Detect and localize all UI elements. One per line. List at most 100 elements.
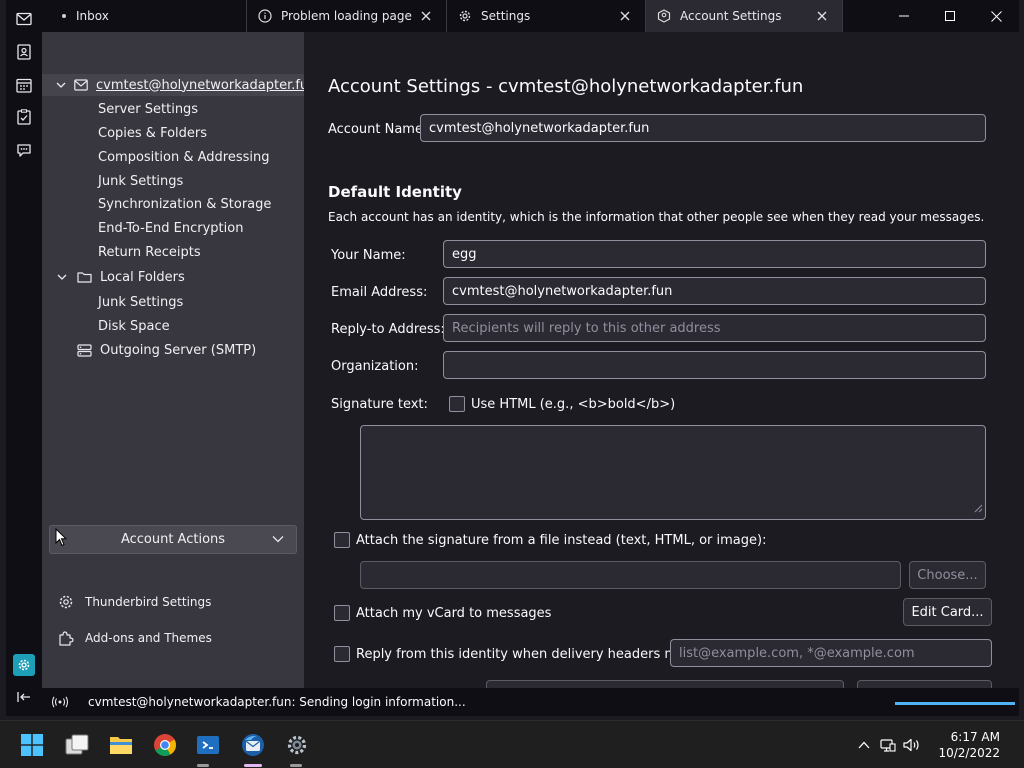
organization-input[interactable] [443,351,986,379]
tree-item-disk-space[interactable]: Disk Space [42,315,304,337]
partially-hidden-button[interactable] [857,680,992,688]
attach-vcard-checkbox[interactable] [334,605,350,621]
tab-settings[interactable]: Settings [447,0,646,32]
tree-item-label: Copies & Folders [98,125,208,141]
active-indicator [244,764,262,767]
reply-to-input[interactable]: Recipients will reply to this other addr… [443,314,986,342]
resize-grip-icon[interactable] [973,498,983,517]
tree-item-label: Junk Settings [98,294,184,310]
address-book-icon[interactable] [15,43,33,61]
gear-icon [457,8,473,24]
task-view-icon[interactable] [65,733,89,757]
tree-item-server-settings[interactable]: Server Settings [42,98,304,120]
account-actions-button[interactable]: Account Actions [49,525,297,554]
remote-desktop-icon[interactable] [196,733,220,757]
email-address-label: Email Address: [331,285,428,300]
chevron-down-icon[interactable] [56,274,68,280]
tree-item-label: Disk Space [98,318,170,334]
reply-identity-label: Reply from this identity when delivery h… [356,647,710,662]
tree-account-label: cvmtest@holynetworkadapter.fun [96,77,317,93]
tree-item-local-junk[interactable]: Junk Settings [42,291,304,313]
account-settings-icon [656,8,672,24]
mail-icon[interactable] [15,10,33,28]
close-window-button[interactable] [973,0,1019,32]
tab-problem-loading[interactable]: Problem loading page [247,0,447,32]
reply-identity-input[interactable]: list@example.com, *@example.com [670,639,992,667]
signature-file-input[interactable] [360,561,901,589]
maximize-button[interactable] [927,0,973,32]
unread-dot-icon [56,8,72,24]
file-explorer-icon[interactable] [109,733,133,757]
signature-textarea[interactable] [360,425,986,520]
tree-item-sync-storage[interactable]: Synchronization & Storage [42,193,304,215]
tree-item-junk-settings[interactable]: Junk Settings [42,170,304,192]
tree-outgoing-server[interactable]: Outgoing Server (SMTP) [42,339,304,361]
account-tree-panel: cvmtest@holynetworkadapter.fun Server Se… [42,32,316,688]
your-name-label: Your Name: [331,248,406,263]
tasks-icon[interactable] [15,108,33,126]
account-name-label: Account Name: [328,122,428,137]
close-tab-icon[interactable] [814,8,830,24]
tab-account-settings[interactable]: Account Settings [646,0,843,32]
thunderbird-window: Inbox Problem loading page Settings Acco… [6,0,1019,716]
chat-icon[interactable] [15,141,33,159]
chevron-down-icon[interactable] [56,82,66,88]
default-identity-description: Each account has an identity, which is t… [328,210,985,224]
clock-time: 6:17 AM [950,730,1000,744]
signature-text-label: Signature text: [331,397,428,412]
close-tab-icon[interactable] [617,8,633,24]
windows-taskbar: 6:17 AM 10/2/2022 [0,720,1024,768]
info-circle-icon [257,8,273,24]
tab-label: Account Settings [680,9,782,23]
tree-item-label: Synchronization & Storage [98,196,272,212]
spaces-toolbar [6,0,42,716]
choose-file-button[interactable]: Choose... [909,561,986,589]
settings-app-icon[interactable] [285,733,309,757]
network-icon[interactable] [876,738,900,752]
account-name-input[interactable]: cvmtest@holynetworkadapter.fun [420,114,986,142]
mouse-cursor-icon [55,527,68,551]
edit-card-button[interactable]: Edit Card... [903,598,992,626]
attach-signature-checkbox[interactable] [334,532,350,548]
minimize-button[interactable] [881,0,927,32]
tab-inbox[interactable]: Inbox [42,0,247,32]
use-html-label: Use HTML (e.g., <b>bold</b>) [471,397,676,412]
thunderbird-icon[interactable] [241,733,265,757]
puzzle-icon [57,629,75,647]
calendar-icon[interactable] [15,76,33,94]
tree-account[interactable]: cvmtest@holynetworkadapter.fun [42,74,316,96]
tree-item-composition[interactable]: Composition & Addressing [42,146,304,168]
attach-vcard-label: Attach my vCard to messages [356,606,552,621]
window-controls [881,0,1019,32]
settings-space-icon[interactable] [13,654,35,676]
tab-bar: Inbox Problem loading page Settings Acco… [6,0,1019,32]
email-address-input[interactable]: cvmtest@holynetworkadapter.fun [443,277,986,305]
tree-local-folders[interactable]: Local Folders [42,266,304,288]
chevron-up-icon[interactable] [852,741,876,749]
folder-icon [76,269,92,285]
reply-identity-checkbox[interactable] [334,646,350,662]
online-status-icon[interactable] [48,696,72,708]
tab-label: Settings [481,9,531,23]
clock-date: 10/2/2022 [938,746,1000,760]
tree-item-e2e-encryption[interactable]: End-To-End Encryption [42,217,304,239]
windows-start-icon[interactable] [20,733,44,757]
thunderbird-settings-link[interactable]: Thunderbird Settings [57,593,211,611]
partially-hidden-field[interactable] [486,680,844,688]
running-indicator [290,764,302,767]
your-name-input[interactable]: egg [443,240,986,268]
close-tab-icon[interactable] [418,8,434,24]
chrome-icon[interactable] [153,733,177,757]
tree-item-return-receipts[interactable]: Return Receipts [42,241,304,263]
system-tray: 6:17 AM 10/2/2022 [852,721,1024,768]
volume-icon[interactable] [900,738,924,752]
tree-item-copies-folders[interactable]: Copies & Folders [42,122,304,144]
default-identity-heading: Default Identity [328,183,462,201]
use-html-checkbox[interactable] [449,396,465,412]
collapse-toolbar-icon[interactable] [15,688,33,706]
clock[interactable]: 6:17 AM 10/2/2022 [938,729,1000,761]
thunderbird-settings-label: Thunderbird Settings [85,595,212,609]
addons-themes-link[interactable]: Add-ons and Themes [57,629,212,647]
account-actions-label: Account Actions [120,532,226,547]
progress-fill [895,702,1015,705]
